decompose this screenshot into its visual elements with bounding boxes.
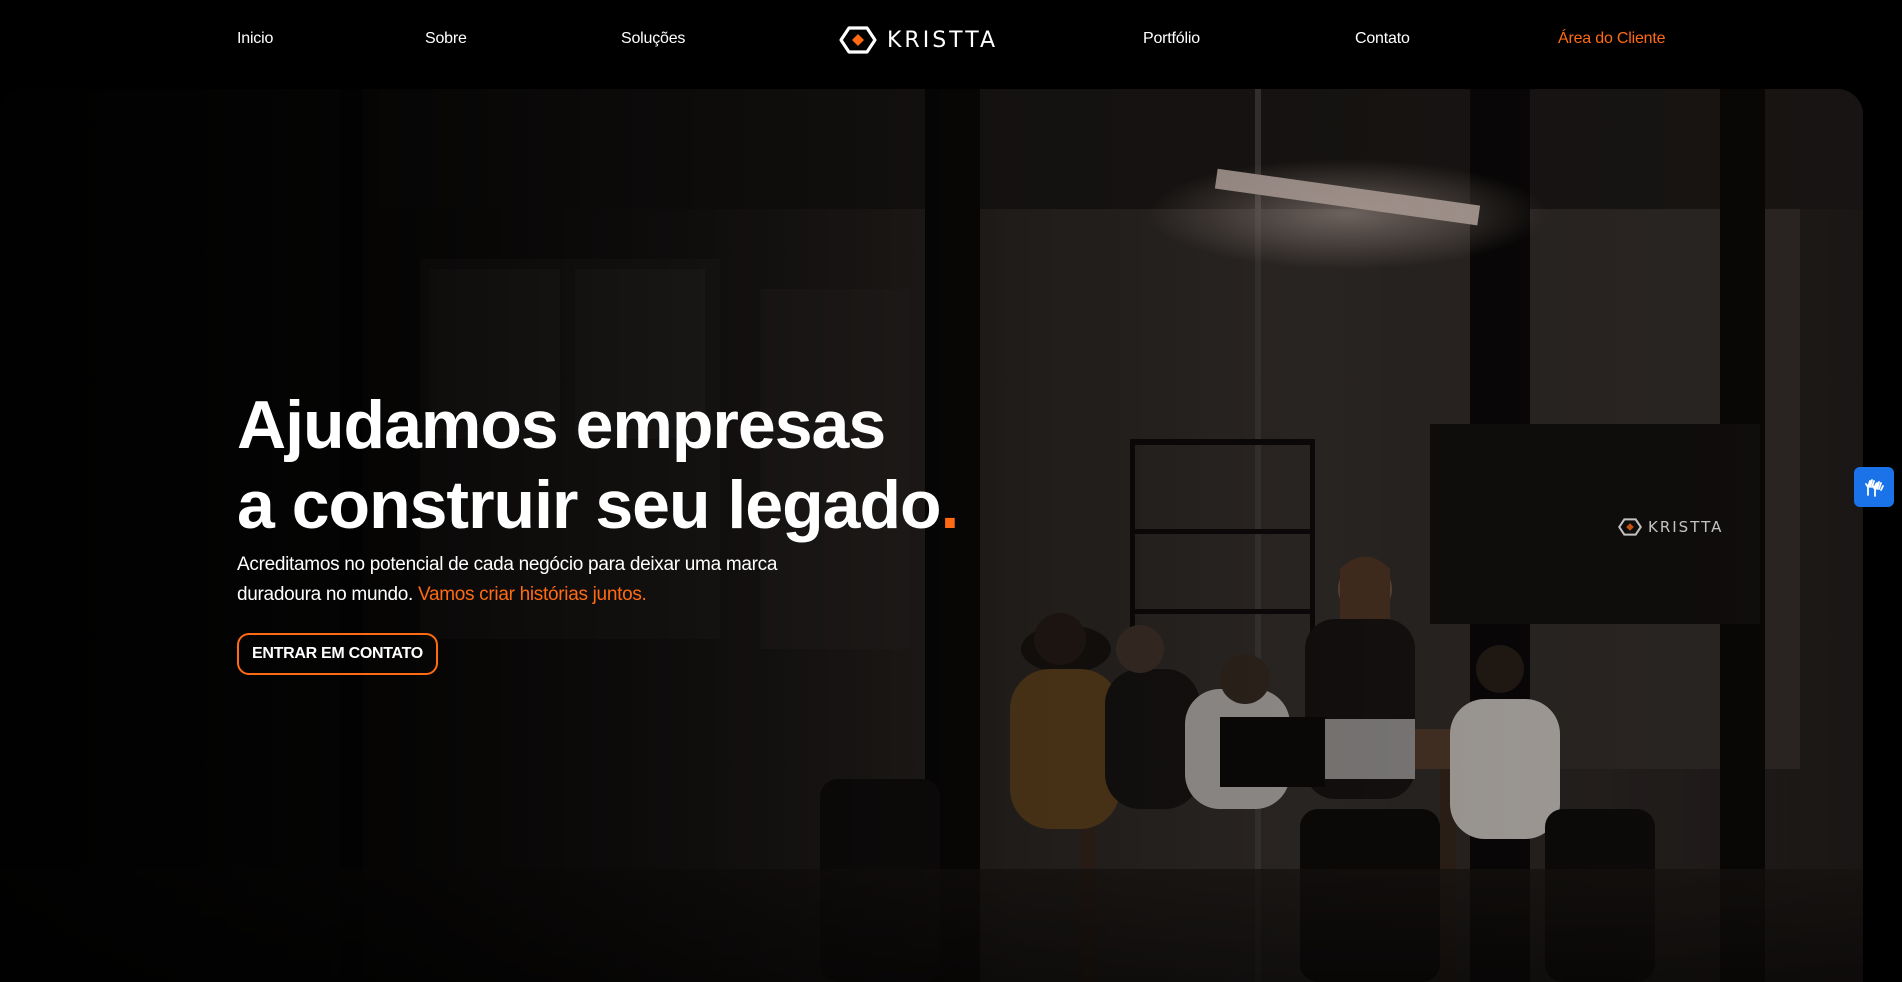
top-navigation: Inicio Sobre Soluções KRISTTA Portfólio … <box>0 0 1902 80</box>
hero-subtitle: Acreditamos no potencial de cada negócio… <box>237 550 797 610</box>
nav-link-inicio[interactable]: Inicio <box>237 30 273 48</box>
hero-title: Ajudamos empresas a construir seu legado… <box>237 385 960 545</box>
logo-wordmark: KRISTTA <box>887 27 998 53</box>
nav-link-solucoes[interactable]: Soluções <box>621 30 685 48</box>
wall-logo: KRISTTA <box>1618 518 1723 536</box>
wall-logo-wordmark: KRISTTA <box>1648 518 1724 536</box>
kristta-logo-icon <box>1618 518 1642 536</box>
nav-link-sobre[interactable]: Sobre <box>425 30 467 48</box>
hero-title-dot: . <box>940 467 960 543</box>
sign-language-hands-icon <box>1865 479 1884 497</box>
nav-link-portfolio[interactable]: Portfólio <box>1143 30 1200 48</box>
contact-cta-button[interactable]: ENTRAR EM CONTATO <box>237 633 438 675</box>
brand-logo[interactable]: KRISTTA <box>839 24 998 56</box>
accessibility-widget-button[interactable] <box>1854 467 1894 507</box>
nav-link-area-do-cliente[interactable]: Área do Cliente <box>1558 30 1665 48</box>
kristta-logo-icon <box>839 26 877 54</box>
hero-title-line2: a construir seu legado <box>237 467 942 543</box>
hero-subtitle-accent: Vamos criar histórias juntos. <box>417 584 647 605</box>
nav-link-contato[interactable]: Contato <box>1355 30 1410 48</box>
hero-title-line1: Ajudamos empresas <box>237 387 886 463</box>
